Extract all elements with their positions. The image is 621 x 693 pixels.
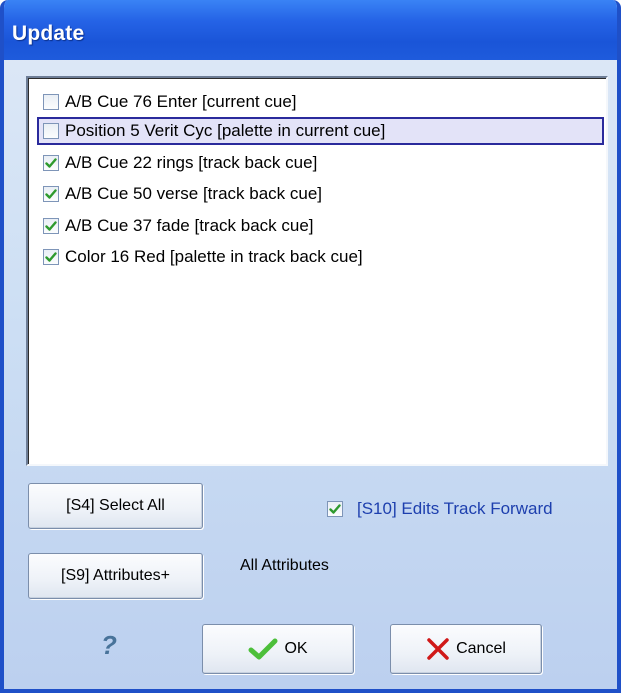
update-list[interactable]: A/B Cue 76 Enter [current cue] Position … [26, 76, 608, 466]
title-bar[interactable]: Update [4, 0, 617, 60]
list-item-label: A/B Cue 50 verse [track back cue] [65, 184, 323, 203]
cancel-label: Cancel [456, 640, 506, 657]
list-item-label: A/B Cue 76 Enter [current cue] [65, 92, 297, 111]
green-check-icon [329, 504, 341, 514]
help-icon[interactable]: ? [101, 630, 117, 661]
checkbox-checked[interactable] [43, 249, 59, 265]
cancel-button[interactable]: Cancel [390, 624, 542, 674]
green-check-icon [45, 221, 57, 231]
track-forward-label: [S10] Edits Track Forward [357, 499, 553, 518]
window-title: Update [12, 22, 85, 45]
checkbox[interactable] [43, 123, 59, 139]
list-item[interactable]: A/B Cue 37 fade [track back cue] [39, 212, 314, 240]
ok-label: OK [284, 640, 308, 657]
track-forward-toggle[interactable]: [S10] Edits Track Forward [327, 499, 553, 519]
green-check-icon [45, 252, 57, 262]
green-check-icon [248, 638, 278, 660]
list-item-selected[interactable]: Position 5 Verit Cyc [palette in current… [37, 117, 604, 145]
list-item[interactable]: A/B Cue 22 rings [track back cue] [39, 149, 317, 177]
attributes-label: [S9] Attributes+ [61, 567, 170, 584]
select-all-label: [S4] Select All [66, 497, 165, 514]
list-item-label: Color 16 Red [palette in track back cue] [65, 247, 363, 266]
update-dialog: Update A/B Cue 76 Enter [current cue] Po… [0, 0, 621, 693]
list-item-label: Position 5 Verit Cyc [palette in current… [65, 121, 386, 140]
green-check-icon [45, 158, 57, 168]
checkbox-checked[interactable] [43, 186, 59, 202]
checkbox-checked[interactable] [43, 155, 59, 171]
list-item-label: A/B Cue 22 rings [track back cue] [65, 153, 318, 172]
green-check-icon [45, 189, 57, 199]
attributes-status: All Attributes [240, 557, 329, 574]
list-item[interactable]: Color 16 Red [palette in track back cue] [39, 243, 363, 271]
ok-button[interactable]: OK [202, 624, 354, 674]
select-all-button[interactable]: [S4] Select All [28, 483, 203, 529]
list-item-label: A/B Cue 37 fade [track back cue] [65, 216, 314, 235]
checkbox[interactable] [43, 94, 59, 110]
attributes-button[interactable]: [S9] Attributes+ [28, 553, 203, 599]
checkbox-checked[interactable] [43, 218, 59, 234]
list-item[interactable]: A/B Cue 50 verse [track back cue] [39, 180, 322, 208]
list-item[interactable]: A/B Cue 76 Enter [current cue] [39, 88, 297, 116]
red-x-icon [427, 638, 449, 660]
track-forward-checkbox[interactable] [327, 501, 343, 517]
